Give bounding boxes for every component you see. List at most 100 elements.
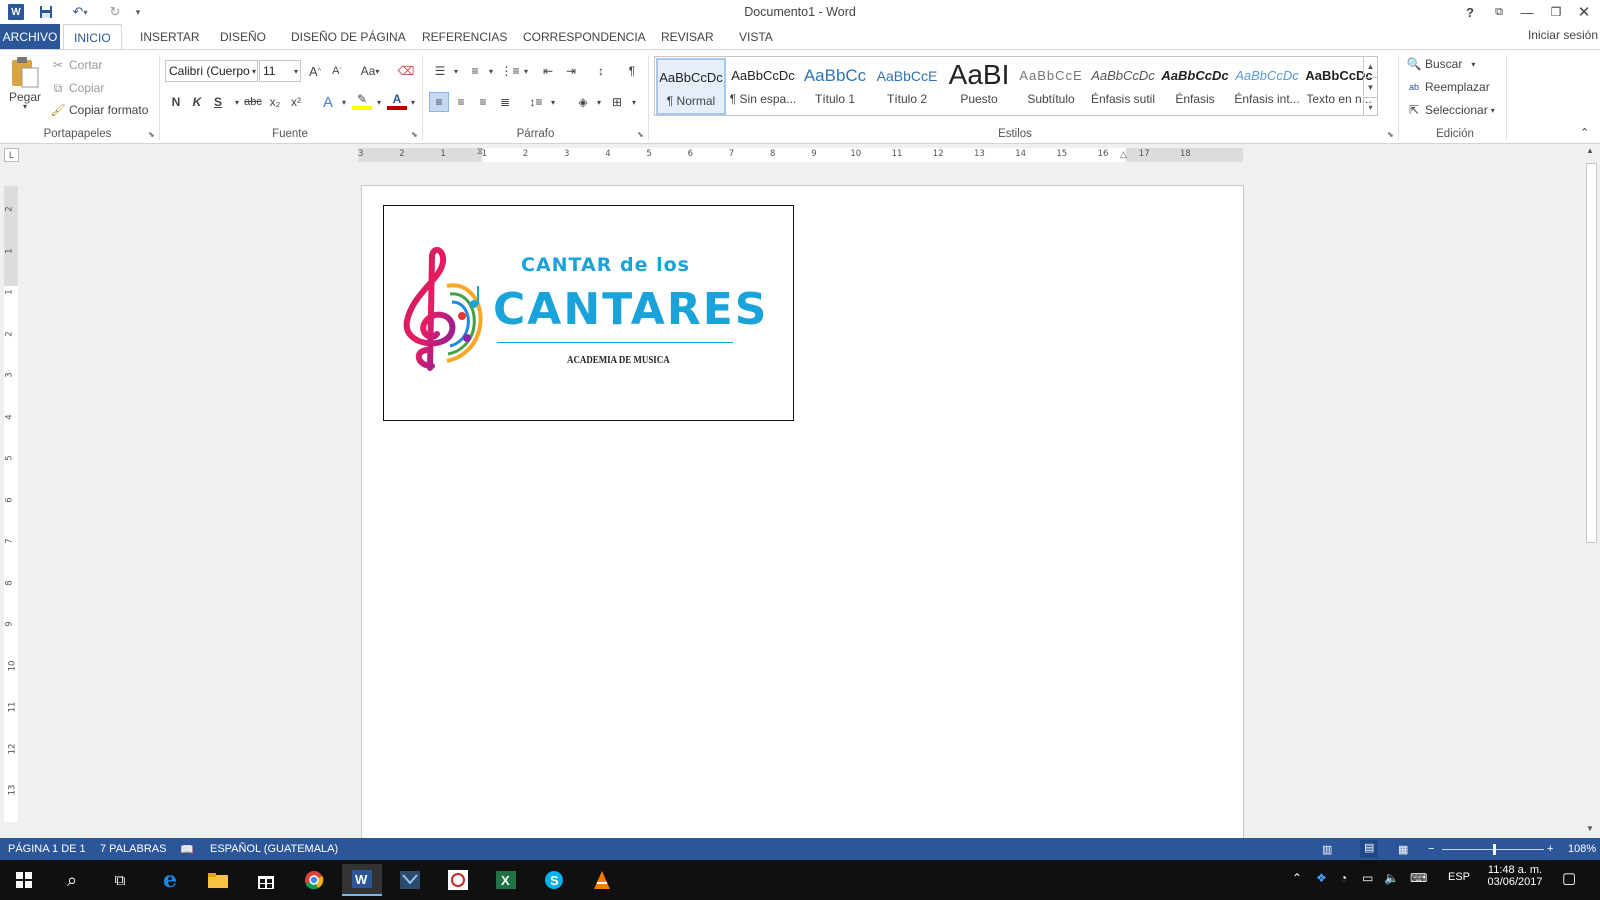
proofing-icon[interactable]: 📖 (180, 843, 194, 856)
volume-icon[interactable]: 🔈 (1384, 871, 1399, 885)
tab-inicio[interactable]: INICIO (63, 24, 122, 50)
search-icon[interactable]: ⌕ (52, 864, 92, 896)
tab-vista[interactable]: VISTA (729, 24, 783, 50)
format-painter-button[interactable]: 🖌 Copiar formato (50, 102, 148, 118)
edge-icon[interactable]: e (150, 864, 190, 896)
keyboard-icon[interactable]: ⌨ (1410, 871, 1427, 885)
style-normal[interactable]: AaBbCcDc ¶ Normal (656, 58, 726, 115)
paragraph-launcher-icon[interactable]: ⬊ (637, 130, 644, 139)
bold-button[interactable]: N (166, 92, 186, 112)
decrease-indent-icon[interactable]: ⇤ (538, 61, 558, 81)
replace-button[interactable]: ab Reemplazar (1406, 79, 1490, 95)
zoom-out-icon[interactable]: − (1428, 843, 1434, 855)
text-effects-dropdown-icon[interactable]: ▾ (334, 92, 354, 112)
restore-icon[interactable]: ❐ (1545, 2, 1567, 22)
word-count[interactable]: 7 PALABRAS (100, 843, 166, 855)
clipboard-launcher-icon[interactable]: ⬊ (148, 130, 155, 139)
highlight-dropdown-icon[interactable]: ▾ (369, 92, 389, 112)
increase-indent-icon[interactable]: ⇥ (561, 61, 581, 81)
cut-button[interactable]: ✂ Cortar (50, 57, 102, 73)
tab-selector[interactable]: L (4, 148, 19, 162)
gallery-more-icon[interactable]: ▾ (1363, 97, 1377, 116)
style-titulo-2[interactable]: AaBbCcE Título 2 (872, 58, 942, 115)
read-mode-icon[interactable]: ▥ (1322, 843, 1332, 856)
minimize-icon[interactable]: — (1516, 2, 1538, 22)
show-marks-icon[interactable]: ¶ (622, 61, 642, 81)
scroll-down-icon[interactable]: ▼ (1586, 824, 1594, 833)
sort-icon[interactable]: ↕ (591, 61, 611, 81)
tab-referencias[interactable]: REFERENCIAS (412, 24, 517, 50)
zoom-level[interactable]: 108% (1568, 843, 1596, 855)
print-layout-icon[interactable]: ▤ (1360, 840, 1379, 858)
shading-dropdown-icon[interactable]: ▾ (589, 92, 609, 112)
borders-dropdown-icon[interactable]: ▾ (624, 92, 644, 112)
gallery-scroll-down-icon[interactable]: ▼ (1363, 77, 1377, 96)
tab-correspondencia[interactable]: CORRESPONDENCIA (513, 24, 656, 50)
line-spacing-dropdown-icon[interactable]: ▾ (543, 92, 563, 112)
indent-marker-icon[interactable]: ⧖ (477, 146, 483, 157)
vertical-ruler[interactable]: 2 1 1 2 3 4 5 6 7 8 9 10 11 12 13 (4, 186, 18, 822)
tab-diseno-pagina[interactable]: DISEÑO DE PÁGINA (281, 24, 416, 50)
italic-button[interactable]: K (187, 92, 207, 112)
ribbon-display-icon[interactable]: ⧉ (1488, 2, 1510, 22)
tab-archivo[interactable]: ARCHIVO (0, 24, 60, 50)
subscript-button[interactable]: x₂ (265, 92, 285, 112)
logo-image[interactable]: CANTAR de los CANTARES ACADEMIA DE MUSIC… (383, 205, 794, 421)
word-icon[interactable]: W (342, 864, 382, 896)
close-icon[interactable]: ✕ (1573, 2, 1595, 22)
clear-format-icon[interactable]: ⌫ (396, 61, 416, 81)
align-left-icon[interactable]: ≡ (429, 92, 449, 112)
scroll-up-icon[interactable]: ▲ (1586, 146, 1594, 155)
help-button[interactable]: ? (1459, 2, 1481, 22)
store-icon[interactable] (246, 864, 286, 896)
change-case-button[interactable]: Aa ▾ (355, 61, 385, 81)
paste-button[interactable]: Pegar ▾ (9, 56, 41, 111)
style-enfasis-intenso[interactable]: AaBbCcDc Énfasis int... (1232, 58, 1302, 115)
gallery-scroll-up-icon[interactable]: ▲ (1363, 57, 1377, 76)
vertical-scrollbar[interactable]: ▲ ▼ (1583, 144, 1600, 838)
underline-button[interactable]: S (208, 92, 228, 112)
style-subtitulo[interactable]: AaBbCcE Subtítulo (1016, 58, 1086, 115)
vlc-icon[interactable] (582, 864, 622, 896)
numbering-dropdown-icon[interactable]: ▾ (481, 61, 501, 81)
tab-insertar[interactable]: INSERTAR (130, 24, 210, 50)
visual-studio-icon[interactable] (390, 864, 430, 896)
wifi-icon[interactable]: ◔ (1340, 871, 1347, 885)
strikethrough-button[interactable]: abc (243, 92, 263, 112)
web-layout-icon[interactable]: ▦ (1398, 843, 1408, 856)
font-color-dropdown-icon[interactable]: ▾ (403, 92, 423, 112)
tab-revisar[interactable]: REVISAR (651, 24, 724, 50)
right-indent-marker-icon[interactable]: △ (1120, 149, 1127, 160)
multilevel-dropdown-icon[interactable]: ▾ (516, 61, 536, 81)
excel-icon[interactable]: X (486, 864, 526, 896)
tab-diseno[interactable]: DISEÑO (210, 24, 276, 50)
zoom-slider-knob[interactable] (1493, 844, 1497, 855)
zoom-slider[interactable] (1442, 844, 1544, 855)
input-language[interactable]: ESP (1448, 871, 1470, 883)
zoom-in-icon[interactable]: + (1547, 843, 1553, 855)
style-titulo-1[interactable]: AaBbCc Título 1 (800, 58, 870, 115)
file-explorer-icon[interactable] (198, 864, 238, 896)
justify-icon[interactable]: ≣ (495, 92, 515, 112)
font-launcher-icon[interactable]: ⬊ (411, 130, 418, 139)
battery-icon[interactable]: ▭ (1362, 871, 1373, 885)
find-button[interactable]: 🔍 Buscar ▾ (1406, 56, 1476, 72)
shrink-font-icon[interactable]: Aˇ (327, 61, 347, 81)
font-size-dropdown-icon[interactable]: ▾ (286, 61, 306, 81)
bullets-dropdown-icon[interactable]: ▾ (446, 61, 466, 81)
style-enfasis-sutil[interactable]: AaBbCcDc Énfasis sutil (1088, 58, 1158, 115)
clock[interactable]: 11:48 a. m. 03/06/2017 (1484, 864, 1546, 888)
align-right-icon[interactable]: ≡ (473, 92, 493, 112)
chrome-icon[interactable] (294, 864, 334, 896)
align-center-icon[interactable]: ≡ (451, 92, 471, 112)
horizontal-ruler[interactable]: 3 2 1 1 2 3 4 5 6 7 8 9 10 11 12 13 14 15 16 17 18 ⧖ △ (358, 146, 1243, 162)
style-sin-espaciado[interactable]: AaBbCcDc ¶ Sin espa... (728, 58, 798, 115)
signin-link[interactable]: Iniciar sesión (1528, 28, 1598, 42)
skype-icon[interactable]: S (534, 864, 574, 896)
select-button[interactable]: ⇱ Seleccionar ▾ (1406, 102, 1495, 118)
grow-font-icon[interactable]: A ^ (305, 61, 325, 81)
copy-button[interactable]: ⧉ Copiar (50, 80, 105, 96)
task-view-icon[interactable]: ⧉ (100, 864, 140, 896)
scrollbar-thumb[interactable] (1586, 163, 1597, 543)
style-puesto[interactable]: AaBI Puesto (944, 58, 1014, 115)
